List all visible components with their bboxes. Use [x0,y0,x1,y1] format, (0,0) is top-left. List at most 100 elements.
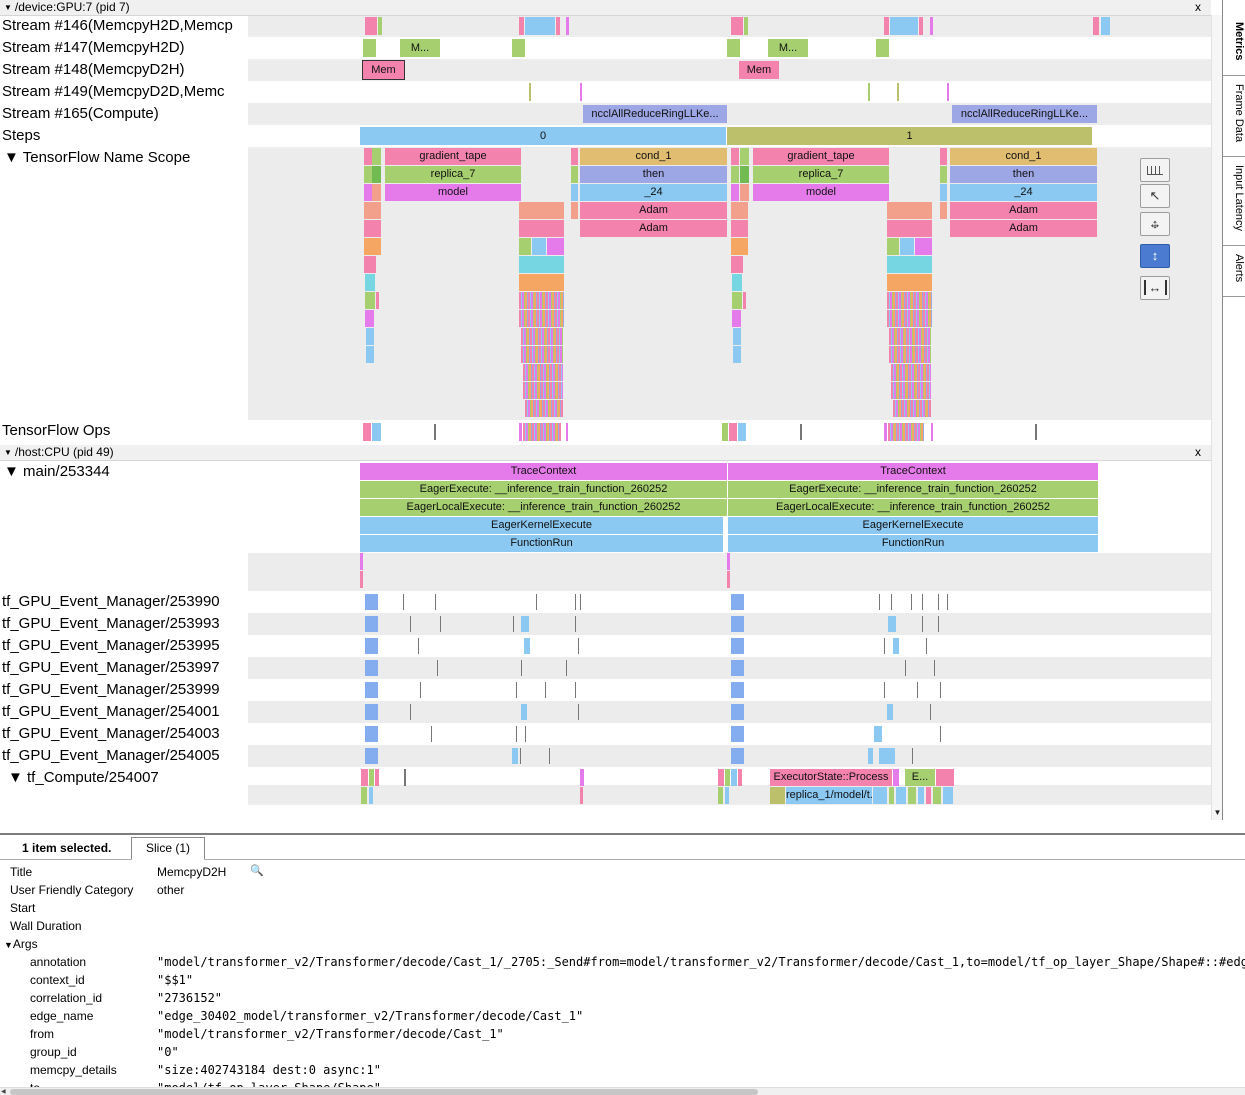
trace-slice[interactable] [743,292,746,309]
trace-slice[interactable] [549,748,550,764]
trace-slice[interactable] [1093,17,1099,35]
trace-slice[interactable] [725,769,730,786]
trace-slice[interactable]: ncclAllReduceRingLLKe... [952,105,1097,123]
trace-slice[interactable] [365,660,378,676]
trace-slice[interactable] [521,660,522,676]
trace-slice[interactable] [940,682,941,698]
trace-slice[interactable] [884,423,887,441]
trace-slice[interactable] [519,274,564,291]
trace-slice[interactable] [571,202,578,219]
trace-slice[interactable] [727,39,740,57]
trace-slice[interactable] [365,292,375,309]
cpu-process-header[interactable]: ▼/host:CPU (pid 49) x [0,445,1211,461]
trace-slice[interactable]: M... [768,39,808,57]
trace-slice[interactable] [365,274,375,291]
trace-slice[interactable] [896,787,906,804]
trace-slice[interactable] [731,660,744,676]
trace-slice[interactable] [731,17,743,35]
trace-slice[interactable] [580,83,582,101]
trace-slice[interactable] [887,704,893,720]
trace-slice[interactable] [566,660,567,676]
trace-slice[interactable] [740,148,749,165]
trace-slice[interactable] [727,571,730,588]
trace-slice[interactable] [940,726,941,742]
trace-slice[interactable] [938,594,939,610]
trace-slice[interactable] [512,39,525,57]
trace-slice[interactable] [940,202,947,219]
track-label[interactable]: Stream #165(Compute) [0,103,246,125]
trace-slice[interactable] [893,769,899,786]
trace-slice[interactable] [905,660,906,676]
track-label[interactable]: Stream #149(MemcpyD2D,Memc [0,81,246,103]
trace-slice[interactable] [888,423,924,441]
trace-slice[interactable]: FunctionRun [728,535,1098,552]
trace-slice[interactable] [731,220,748,237]
trace-slice[interactable] [360,553,363,570]
trace-slice[interactable] [868,748,873,764]
trace-slice[interactable] [887,256,932,273]
trace-slice[interactable] [578,638,579,654]
trace-slice[interactable] [365,310,374,327]
trace-slice[interactable] [732,292,742,309]
trace-slice[interactable]: then [580,166,727,183]
trace-slice[interactable] [725,787,729,804]
track-label[interactable]: ▼ main/253344 [0,461,246,483]
trace-slice[interactable] [536,594,537,610]
track-label[interactable]: ▼ TensorFlow Name Scope [0,147,246,169]
trace-slice[interactable] [731,148,739,165]
trace-slice[interactable] [513,616,514,632]
trace-slice[interactable] [731,184,739,201]
trace-slice[interactable] [363,423,371,441]
timeline[interactable]: M...M...MemMemncclAllReduceRingLLKe...nc… [0,0,1211,820]
trace-slice[interactable] [360,571,363,588]
trace-slice[interactable] [372,148,381,165]
trace-slice[interactable] [365,704,378,720]
tab-slice[interactable]: Slice (1) [131,837,205,860]
trace-slice[interactable] [911,594,912,610]
trace-slice[interactable]: cond_1 [580,148,727,165]
trace-slice[interactable] [434,424,436,440]
trace-slice[interactable] [365,17,377,35]
track-label[interactable]: tf_GPU_Event_Manager/254003 [0,723,246,745]
trace-slice[interactable] [938,616,939,632]
trace-slice[interactable] [733,346,741,363]
trace-slice[interactable] [876,39,889,57]
trace-slice[interactable] [365,682,378,698]
trace-slice[interactable] [571,184,578,201]
collapse-icon[interactable]: ▼ [4,3,12,12]
trace-slice[interactable] [943,787,953,804]
trace-slice[interactable] [521,704,527,720]
trace-slice[interactable] [361,769,368,786]
trace-slice[interactable] [418,638,419,654]
track-label[interactable]: Steps [0,125,246,147]
trace-slice[interactable] [936,769,954,786]
tab-frame-data[interactable]: Frame Data [1223,76,1245,157]
trace-slice[interactable] [718,787,723,804]
trace-slice[interactable] [893,638,899,654]
trace-slice[interactable] [519,220,564,237]
trace-slice[interactable] [575,616,576,632]
trace-slice[interactable] [364,202,381,219]
trace-slice[interactable]: EagerExecute: __inference_train_function… [360,481,727,498]
track-label[interactable]: ▼ tf_Compute/254007 [0,767,246,789]
trace-slice[interactable]: _24 [580,184,727,201]
trace-slice[interactable] [376,292,379,309]
trace-slice[interactable] [364,184,372,201]
trace-slice[interactable]: gradient_tape [753,148,889,165]
trace-slice[interactable] [738,769,742,786]
trace-slice[interactable] [364,220,381,237]
trace-slice[interactable] [732,274,742,291]
trace-slice[interactable] [931,423,933,441]
trace-slice[interactable] [922,594,923,610]
trace-slice[interactable] [887,310,932,327]
trace-slice[interactable] [908,787,916,804]
trace-slice[interactable] [738,423,746,441]
trace-slice[interactable] [731,594,744,610]
trace-slice[interactable] [361,787,367,804]
trace-slice[interactable] [887,274,932,291]
trace-slice[interactable] [731,616,744,632]
trace-slice[interactable] [889,346,931,363]
close-gpu-process-button[interactable]: x [1195,0,1201,15]
trace-slice[interactable] [930,704,931,720]
vertical-scrollbar[interactable]: ▼ [1211,15,1222,820]
